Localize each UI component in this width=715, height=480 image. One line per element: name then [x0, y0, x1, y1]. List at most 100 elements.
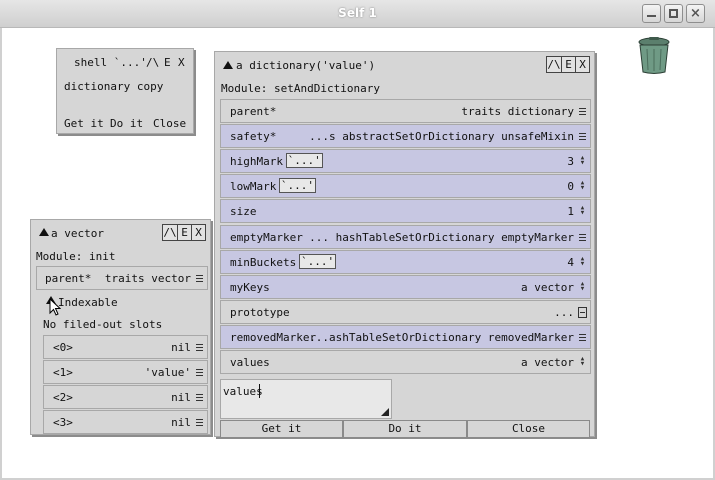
slot-value[interactable]: 4	[567, 256, 574, 269]
slot-row-highmark[interactable]: highMark `...' 3 ▴ ▾	[220, 149, 591, 174]
dictionary-get-it-button[interactable]: Get it	[220, 420, 343, 438]
slot-name: removedMarker	[230, 330, 317, 344]
collapse-triangle-icon[interactable]	[39, 228, 49, 236]
vector-element-row[interactable]: <0> nil	[43, 335, 208, 359]
slot-updown-icon[interactable]: ▴ ▾	[578, 204, 587, 218]
slot-name: minBuckets	[230, 255, 297, 269]
shell-outliner[interactable]: shell `...' /\ E X dictionary copy Get i…	[56, 48, 194, 134]
slot-annotation-button[interactable]: `...'	[278, 178, 317, 194]
slot-menu-icon[interactable]	[578, 106, 587, 117]
close-button[interactable]: ×	[686, 4, 705, 23]
slot-updown-icon[interactable]: ▴ ▾	[578, 355, 587, 369]
slot-value[interactable]: ...ashTableSetOrDictionary removedMarker	[309, 331, 574, 344]
slot-row-emptymarker[interactable]: emptyMarker ... hashTableSetOrDictionary …	[220, 224, 591, 249]
slot-name: size	[230, 205, 257, 219]
resize-handle-icon[interactable]	[381, 408, 389, 416]
element-index: <0>	[53, 341, 73, 354]
slot-name: parent*	[230, 105, 277, 118]
element-index: <1>	[53, 366, 73, 379]
element-value[interactable]: nil	[171, 416, 191, 429]
shell-dismiss-button[interactable]: X	[178, 56, 185, 69]
dictionary-dismiss-button[interactable]: X	[575, 56, 590, 73]
slot-menu-icon[interactable]	[195, 417, 204, 428]
shell-get-it-button[interactable]: Get it	[64, 117, 104, 130]
slot-menu-icon[interactable]	[578, 131, 587, 143]
slot-menu-icon[interactable]	[195, 367, 204, 378]
slot-menu-icon[interactable]	[578, 231, 587, 243]
slot-value[interactable]: a vector	[521, 281, 574, 294]
vector-evaluator-button[interactable]: E	[177, 224, 192, 241]
vector-outliner[interactable]: a vector /\ E X Module: init parent* tra…	[30, 219, 211, 435]
slot-menu-icon[interactable]	[195, 273, 204, 284]
shell-code-text[interactable]: dictionary copy	[64, 80, 163, 93]
slot-menu-icon[interactable]	[195, 392, 204, 403]
shell-title: shell `...'	[74, 56, 147, 69]
code-editor[interactable]: values	[220, 379, 592, 419]
dictionary-module-label: Module: setAndDictionary	[221, 82, 380, 95]
slot-value[interactable]: traits dictionary	[461, 105, 574, 118]
slot-value[interactable]: traits vector	[105, 272, 191, 285]
dictionary-do-it-button[interactable]: Do it	[343, 420, 467, 438]
dictionary-evaluator-button[interactable]: E	[561, 56, 576, 73]
slot-updown-icon[interactable]: ▴ ▾	[578, 254, 587, 268]
shell-close-button[interactable]: Close	[153, 117, 186, 130]
slot-name: safety*	[230, 130, 277, 144]
slot-row-parent[interactable]: parent* traits dictionary	[220, 99, 591, 123]
vector-title: a vector	[51, 227, 104, 240]
slot-name: lowMark	[230, 180, 277, 194]
slot-value[interactable]: ...	[554, 306, 574, 319]
element-index: <3>	[53, 416, 73, 429]
element-value[interactable]: nil	[171, 391, 191, 404]
vector-parent-slot[interactable]: parent* traits vector	[36, 266, 208, 290]
element-value[interactable]: nil	[171, 341, 191, 354]
slot-row-lowmark[interactable]: lowMark `...' 0 ▴ ▾	[220, 174, 591, 199]
slot-value[interactable]: ...s abstractSetOrDictionary unsafeMixin	[309, 130, 574, 143]
vector-module-label: Module: init	[36, 250, 116, 263]
dictionary-close-button[interactable]: Close	[467, 420, 590, 438]
slot-row-minbuckets[interactable]: minBuckets `...' 4 ▴ ▾	[220, 249, 591, 274]
slot-name: emptyMarker	[230, 230, 303, 244]
slot-row-size[interactable]: size 1 ▴ ▾	[220, 199, 591, 224]
slot-row-values[interactable]: values a vector ▴ ▾	[220, 350, 591, 374]
dictionary-outliner[interactable]: a dictionary('value') /\ E X Module: set…	[214, 51, 595, 438]
slot-box-icon[interactable]	[578, 306, 587, 318]
slot-row-safety[interactable]: safety* ...s abstractSetOrDictionary unsa…	[220, 124, 591, 149]
shell-do-it-button[interactable]: Do it	[110, 117, 143, 130]
title-bar[interactable]: Self 1 ×	[0, 0, 715, 28]
slot-value[interactable]: a vector	[521, 356, 574, 369]
element-value[interactable]: 'value'	[145, 366, 191, 379]
slot-value[interactable]: ... hashTableSetOrDictionary emptyMarker	[309, 231, 574, 244]
shell-expand-button[interactable]: /\	[146, 56, 159, 69]
trash-can-icon[interactable]	[636, 37, 672, 75]
vector-element-row[interactable]: <1> 'value'	[43, 360, 208, 384]
slot-name: highMark	[230, 155, 283, 169]
dictionary-expand-button[interactable]: /\	[546, 56, 562, 73]
slot-menu-icon[interactable]	[578, 331, 587, 343]
indexable-label: Indexable	[58, 296, 118, 309]
slot-annotation-button[interactable]: `...'	[285, 153, 323, 169]
minimize-button[interactable]	[642, 4, 661, 23]
slot-value[interactable]: 3	[567, 155, 574, 168]
slot-row-mykeys[interactable]: myKeys a vector ▴ ▾	[220, 274, 591, 299]
code-editor-spacer	[391, 379, 592, 419]
shell-evaluator-button[interactable]: E	[164, 56, 171, 69]
element-index: <2>	[53, 391, 73, 404]
slot-row-removedmarker[interactable]: removedMarker ...ashTableSetOrDictionary …	[220, 324, 591, 349]
maximize-button[interactable]	[664, 4, 683, 23]
vector-dismiss-button[interactable]: X	[191, 224, 206, 241]
slot-row-prototype[interactable]: prototype...	[220, 299, 591, 324]
slot-updown-icon[interactable]: ▴ ▾	[578, 154, 587, 168]
vector-expand-button[interactable]: /\	[162, 224, 178, 241]
slot-name: parent*	[45, 272, 92, 285]
collapse-triangle-icon[interactable]	[223, 61, 233, 69]
slot-menu-icon[interactable]	[195, 342, 204, 353]
vector-element-row[interactable]: <3> nil	[43, 410, 208, 434]
slot-name: myKeys	[230, 280, 270, 294]
vector-element-row[interactable]: <2> nil	[43, 385, 208, 409]
slot-value[interactable]: 0	[567, 180, 574, 193]
text-cursor	[259, 384, 260, 398]
slot-updown-icon[interactable]: ▴ ▾	[578, 279, 587, 293]
slot-annotation-button[interactable]: `...'	[299, 253, 337, 269]
slot-value[interactable]: 1	[567, 205, 574, 218]
slot-updown-icon[interactable]: ▴ ▾	[578, 179, 587, 193]
